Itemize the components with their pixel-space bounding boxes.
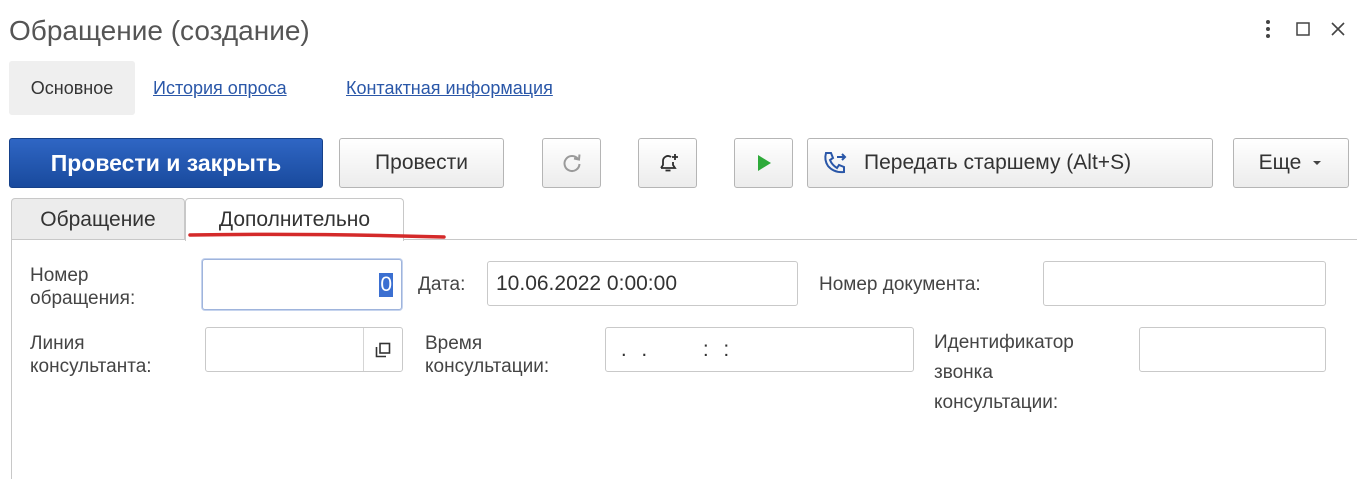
window-title: Обращение (создание) xyxy=(9,15,310,46)
open-consultant-line-button[interactable] xyxy=(363,328,401,371)
refresh-button[interactable] xyxy=(542,138,601,188)
date-label: Дата: xyxy=(418,274,466,295)
document-number-label: Номер документа: xyxy=(819,274,981,295)
date-input[interactable]: 10.06.2022 0:00:00 xyxy=(487,261,798,306)
reminder-button[interactable] xyxy=(638,138,697,188)
nav-survey-history[interactable]: История опроса xyxy=(153,76,287,100)
more-button-label: Еще xyxy=(1258,151,1302,174)
escalate-button[interactable]: Передать старшему (Alt+S) xyxy=(807,138,1213,188)
refresh-icon xyxy=(563,154,580,173)
post-button[interactable]: Провести xyxy=(339,138,504,188)
more-actions-icon[interactable] xyxy=(1255,14,1281,44)
request-number-value: 0 xyxy=(379,272,393,297)
play-icon xyxy=(757,155,771,171)
maximize-icon[interactable] xyxy=(1290,14,1316,44)
red-underline-annotation xyxy=(188,232,446,239)
nav-contact-info[interactable]: Контактная информация xyxy=(346,76,553,100)
call-id-input[interactable] xyxy=(1139,327,1326,372)
request-number-label: Номер обращения: xyxy=(30,265,136,309)
nav-main[interactable]: Основное xyxy=(9,61,135,115)
phone-transfer-icon xyxy=(824,152,847,174)
open-window-icon xyxy=(375,342,390,357)
run-button[interactable] xyxy=(734,138,793,188)
chevron-down-icon xyxy=(1313,161,1322,165)
escalate-button-label: Передать старшему (Alt+S) xyxy=(864,151,1132,174)
tab-request[interactable]: Обращение xyxy=(11,198,185,240)
document-number-input[interactable] xyxy=(1043,261,1326,306)
close-icon[interactable] xyxy=(1325,14,1351,44)
consultation-time-label: Время консультации: xyxy=(425,333,550,377)
post-and-close-button[interactable]: Провести и закрыть xyxy=(9,138,323,188)
consultant-line-label: Линия консультанта: xyxy=(30,333,152,377)
bell-plus-icon xyxy=(659,154,678,172)
call-id-label: Идентификатор звонка консультации: xyxy=(934,332,1074,413)
consultation-time-input[interactable]: . . : : xyxy=(605,327,914,372)
more-button[interactable]: Еще xyxy=(1233,138,1349,188)
request-number-input[interactable]: 0 xyxy=(202,259,402,310)
